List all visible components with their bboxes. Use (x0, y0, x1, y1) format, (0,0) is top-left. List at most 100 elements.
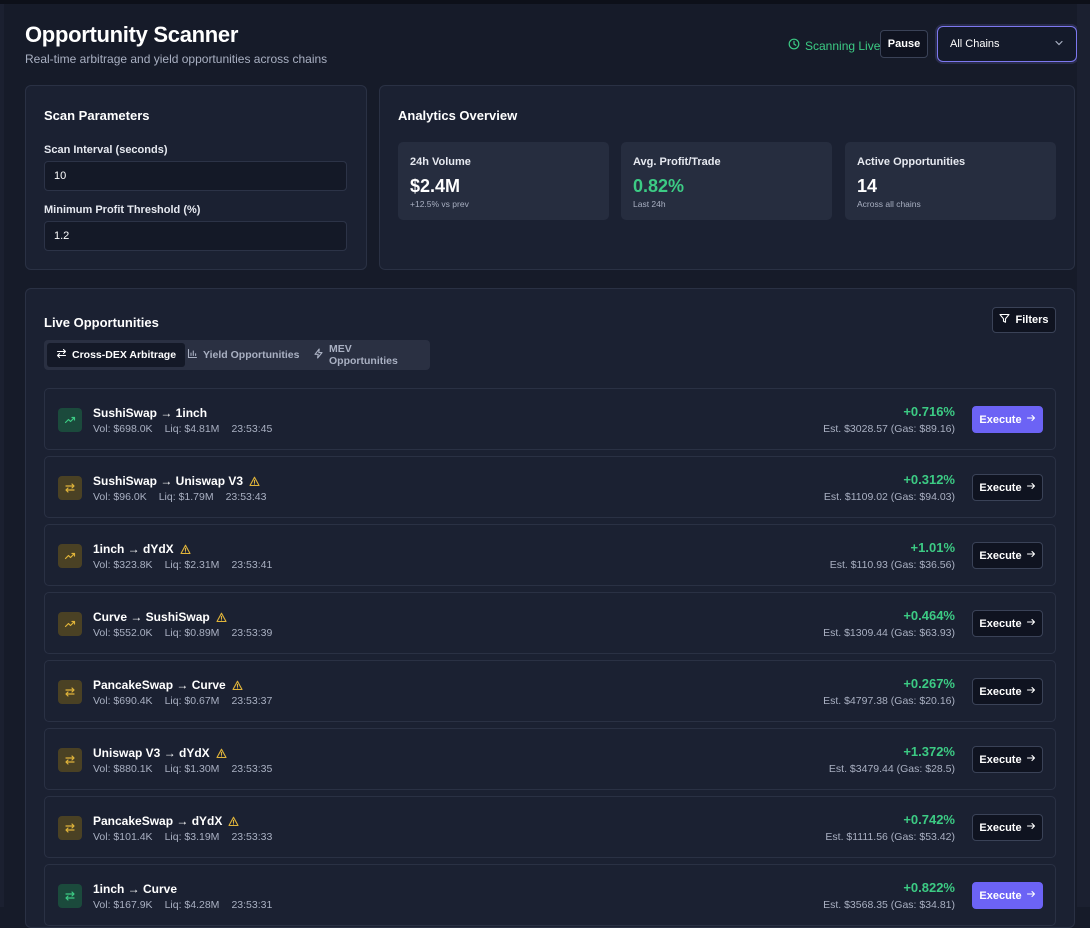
route-meta: Vol: $690.4K Liq: $0.67M 23:53:37 (93, 695, 284, 707)
warning-icon (249, 476, 260, 487)
chain-select[interactable]: All Chains (937, 26, 1077, 62)
opportunity-row: Uniswap V3 → dYdX Vol: $880.1K Liq: $1.30M… (44, 728, 1056, 790)
route-profit: +0.822% (903, 880, 955, 895)
route-volume: Vol: $698.0K (93, 423, 153, 435)
route-timestamp: 23:53:45 (231, 423, 273, 435)
route-timestamp: 23:53:41 (231, 559, 273, 571)
route-liquidity: Liq: $1.79M (158, 491, 214, 503)
route-liquidity: Liq: $1.30M (164, 763, 220, 775)
route-timestamp: 23:53:31 (231, 899, 273, 911)
swap-icon (58, 816, 82, 840)
execute-button[interactable]: Execute (972, 678, 1043, 705)
page-subtitle: Real-time arbitrage and yield opportunit… (25, 52, 328, 66)
scrollbar[interactable] (1077, 4, 1090, 907)
route-volume: Vol: $167.9K (93, 899, 153, 911)
route-volume: Vol: $880.1K (93, 763, 153, 775)
filters-label: Filters (1015, 314, 1049, 326)
execute-label: Execute (979, 549, 1022, 562)
route-name: 1inch → dYdX (93, 542, 191, 556)
route-volume: Vol: $96.0K (93, 491, 147, 503)
route-liquidity: Liq: $0.67M (164, 695, 220, 707)
arrow-right-icon (1026, 413, 1036, 426)
route-meta: Vol: $323.8K Liq: $2.31M 23:53:41 (93, 559, 284, 571)
tab-yield-opportunities[interactable]: Yield Opportunities (178, 343, 308, 367)
warning-icon (228, 816, 239, 827)
stat-sub: Across all chains (857, 199, 921, 209)
execute-button[interactable]: Execute (972, 814, 1043, 841)
route-estimate: Est. $1109.02 (Gas: $94.03) (823, 491, 955, 503)
route-timestamp: 23:53:37 (231, 695, 273, 707)
filters-button[interactable]: Filters (992, 307, 1056, 333)
scanning-status: Scanning Live (788, 38, 880, 53)
clock-icon (788, 38, 800, 53)
route-volume: Vol: $690.4K (93, 695, 153, 707)
scanning-status-text: Scanning Live (805, 38, 881, 53)
swap-icon (58, 680, 82, 704)
trend-up-icon (58, 612, 82, 636)
route-volume: Vol: $552.0K (93, 627, 153, 639)
route-liquidity: Liq: $4.28M (164, 899, 220, 911)
page-title: Opportunity Scanner (25, 22, 239, 47)
scan-interval-label: Scan Interval (seconds) (44, 144, 168, 156)
arrows-left-right-icon (56, 348, 67, 362)
warning-icon (232, 680, 243, 691)
bar-chart-icon (187, 348, 198, 362)
route-label: SushiSwap → Uniswap V3 (93, 474, 244, 488)
stat-label: Avg. Profit/Trade (633, 156, 721, 168)
stat-value: 14 (857, 176, 878, 196)
route-estimate: Est. $3479.44 (Gas: $28.5) (828, 763, 955, 775)
opportunity-row: 1inch → Curve Vol: $167.9K Liq: $4.28M 23:5… (44, 864, 1056, 926)
warning-icon (216, 748, 227, 759)
route-label: Uniswap V3 → dYdX (93, 746, 210, 760)
page: Opportunity Scanner Real-time arbitrage … (0, 0, 1077, 928)
route-volume: Vol: $101.4K (93, 831, 153, 843)
route-profit: +1.372% (903, 744, 955, 759)
profit-threshold-label: Minimum Profit Threshold (%) (44, 204, 201, 216)
route-meta: Vol: $698.0K Liq: $4.81M 23:53:45 (93, 423, 284, 435)
route-estimate: Est. $4797.38 (Gas: $20.16) (823, 695, 955, 707)
route-label: PancakeSwap → dYdX (93, 814, 223, 828)
route-liquidity: Liq: $2.31M (164, 559, 220, 571)
execute-button[interactable]: Execute (972, 406, 1043, 433)
execute-label: Execute (979, 413, 1022, 426)
scan-interval-input[interactable]: 10 (44, 161, 347, 191)
route-meta: Vol: $96.0K Liq: $1.79M 23:53:43 (93, 491, 278, 503)
opportunity-row: 1inch → dYdX Vol: $323.8K Liq: $2.31M 23:53… (44, 524, 1056, 586)
execute-label: Execute (979, 617, 1022, 630)
arrow-right-icon (1026, 753, 1036, 766)
trend-up-icon (58, 408, 82, 432)
profit-threshold-input[interactable]: 1.2 (44, 221, 347, 251)
swap-icon (58, 476, 82, 500)
filter-icon (999, 313, 1011, 327)
route-estimate: Est. $1111.56 (Gas: $53.42) (825, 831, 955, 843)
execute-button[interactable]: Execute (972, 746, 1043, 773)
execute-label: Execute (979, 821, 1022, 834)
analytics-overview-title: Analytics Overview (398, 108, 518, 123)
opportunity-row: Curve → SushiSwap Vol: $552.0K Liq: $0.89M… (44, 592, 1056, 654)
execute-button[interactable]: Execute (972, 474, 1043, 501)
arrow-right-icon (1026, 821, 1036, 834)
route-name: SushiSwap → 1inch (93, 406, 207, 420)
swap-icon (58, 748, 82, 772)
opportunity-row: SushiSwap → 1inch Vol: $698.0K Liq: $4.81M… (44, 388, 1056, 450)
scan-parameters-title: Scan Parameters (44, 108, 150, 123)
execute-label: Execute (979, 889, 1022, 902)
pause-button[interactable]: Pause (880, 30, 928, 58)
swap-icon (58, 884, 82, 908)
route-name: PancakeSwap → Curve (93, 678, 243, 692)
execute-button[interactable]: Execute (972, 542, 1043, 569)
arrow-right-icon (1026, 685, 1036, 698)
execute-button[interactable]: Execute (972, 610, 1043, 637)
route-profit: +0.312% (903, 472, 955, 487)
arrow-right-icon (1026, 617, 1036, 630)
route-liquidity: Liq: $4.81M (164, 423, 220, 435)
execute-button[interactable]: Execute (972, 882, 1043, 909)
tab-cross-dex-arbitrage[interactable]: Cross-DEX Arbitrage (47, 343, 186, 367)
execute-label: Execute (979, 481, 1022, 494)
tab-mev-opportunities[interactable]: MEV Opportunities (304, 343, 430, 367)
route-estimate: Est. $1309.44 (Gas: $63.93) (823, 627, 955, 639)
route-label: 1inch → Curve (93, 882, 178, 896)
route-estimate: Est. $3028.57 (Gas: $89.16) (823, 423, 955, 435)
route-name: SushiSwap → Uniswap V3 (93, 474, 260, 488)
route-timestamp: 23:53:43 (225, 491, 267, 503)
